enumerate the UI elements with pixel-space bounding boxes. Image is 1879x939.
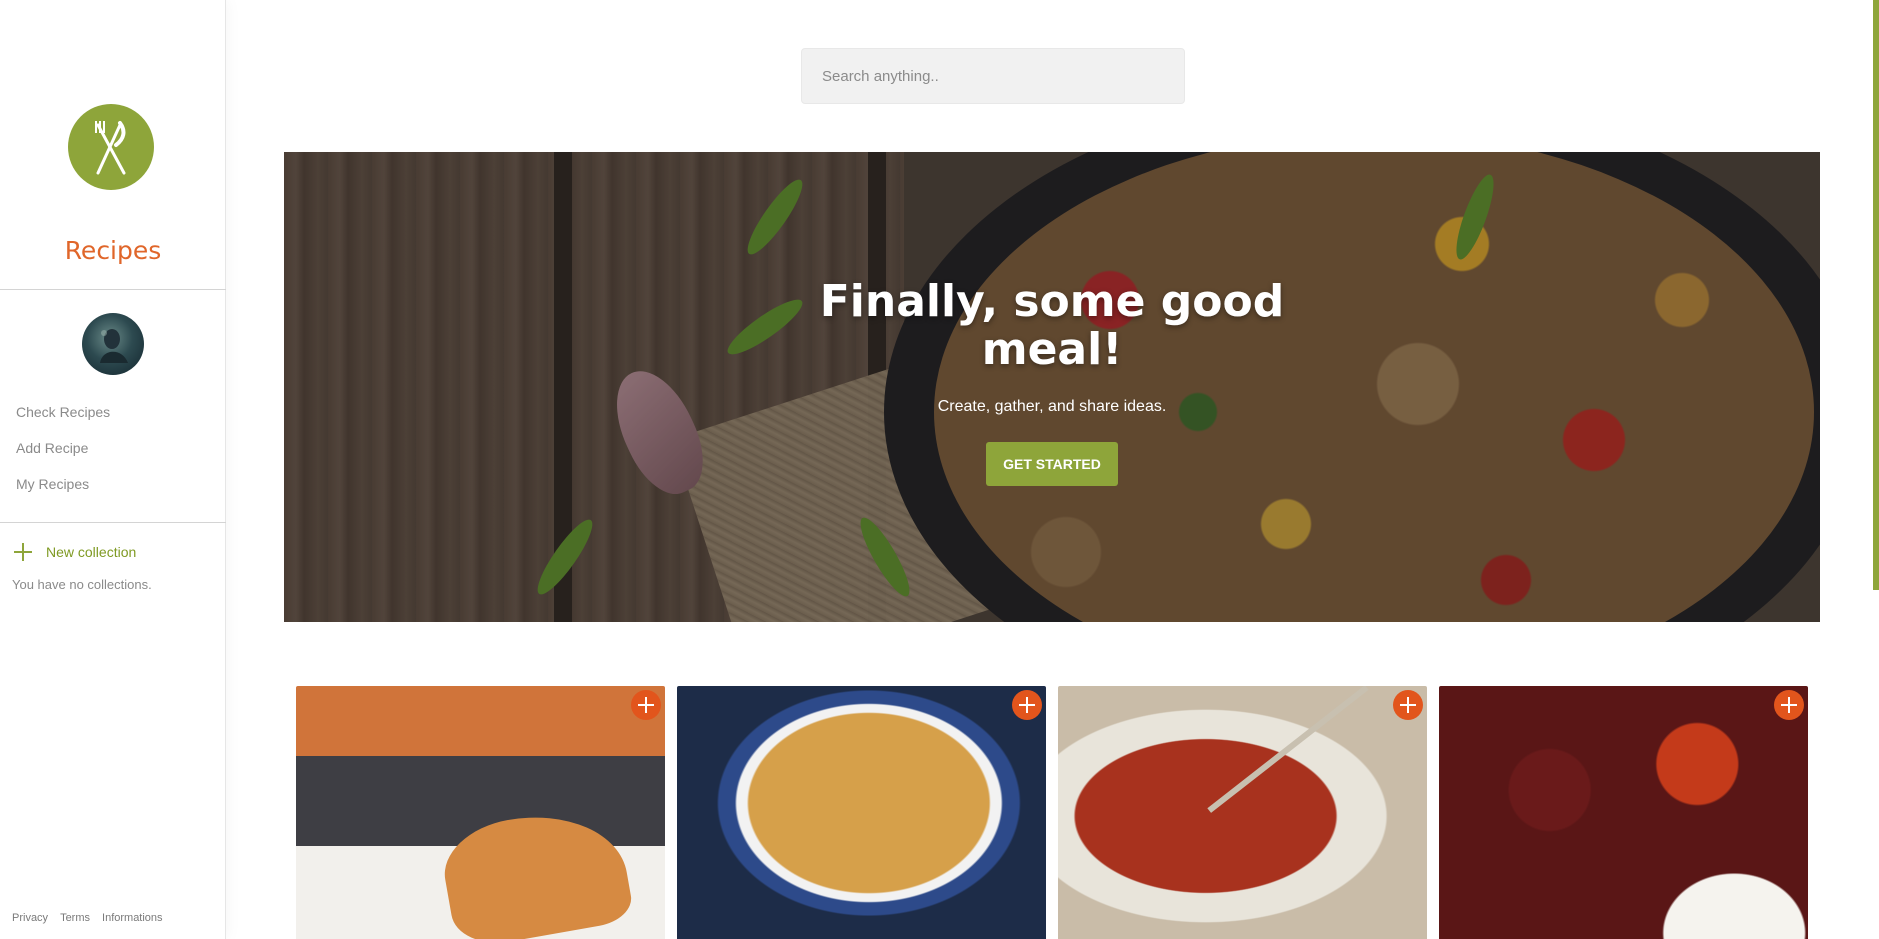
add-to-collection-button[interactable] [1393, 690, 1423, 720]
brand-title[interactable]: Recipes [0, 236, 226, 265]
divider [0, 289, 226, 290]
hero-content: Finally, some good meal! Create, gather,… [284, 278, 1820, 486]
hero-subtitle: Create, gather, and share ideas. [937, 398, 1167, 415]
terms-link[interactable]: Terms [60, 912, 90, 924]
hero-banner: Finally, some good meal! Create, gather,… [284, 152, 1820, 622]
spoon-handle [1207, 686, 1369, 813]
new-collection-button[interactable]: New collection [14, 543, 136, 561]
sidebar-footer: Privacy Terms Informations [12, 912, 163, 924]
recipe-card[interactable] [1439, 686, 1808, 939]
app-root: Recipes Check Recipes Add Recipe My Reci… [0, 0, 1879, 939]
divider [0, 522, 226, 523]
empty-collections-text: You have no collections. [12, 577, 152, 592]
plus-icon [14, 543, 32, 561]
get-started-button[interactable]: GET STARTED [986, 442, 1118, 486]
recipe-card[interactable] [296, 686, 665, 939]
search-input[interactable] [801, 48, 1185, 104]
add-to-collection-button[interactable] [1012, 690, 1042, 720]
informations-link[interactable]: Informations [102, 912, 163, 924]
avatar[interactable] [82, 313, 144, 375]
recipe-card[interactable] [677, 686, 1046, 939]
scrollbar[interactable] [1873, 0, 1879, 590]
sidebar-item-my-recipes[interactable]: My Recipes [16, 472, 110, 508]
sidebar-item-add-recipe[interactable]: Add Recipe [16, 436, 110, 472]
recipe-card[interactable] [1058, 686, 1427, 939]
sidebar-item-check-recipes[interactable]: Check Recipes [16, 400, 110, 436]
new-collection-label: New collection [46, 544, 137, 560]
fork-knife-icon[interactable] [68, 104, 154, 190]
add-to-collection-button[interactable] [631, 690, 661, 720]
sidebar: Recipes Check Recipes Add Recipe My Reci… [0, 0, 226, 939]
privacy-link[interactable]: Privacy [12, 912, 48, 924]
sidebar-nav: Check Recipes Add Recipe My Recipes [16, 400, 110, 508]
food-slice [436, 801, 636, 939]
add-to-collection-button[interactable] [1774, 690, 1804, 720]
hero-title: Finally, some good meal! [819, 276, 1285, 375]
